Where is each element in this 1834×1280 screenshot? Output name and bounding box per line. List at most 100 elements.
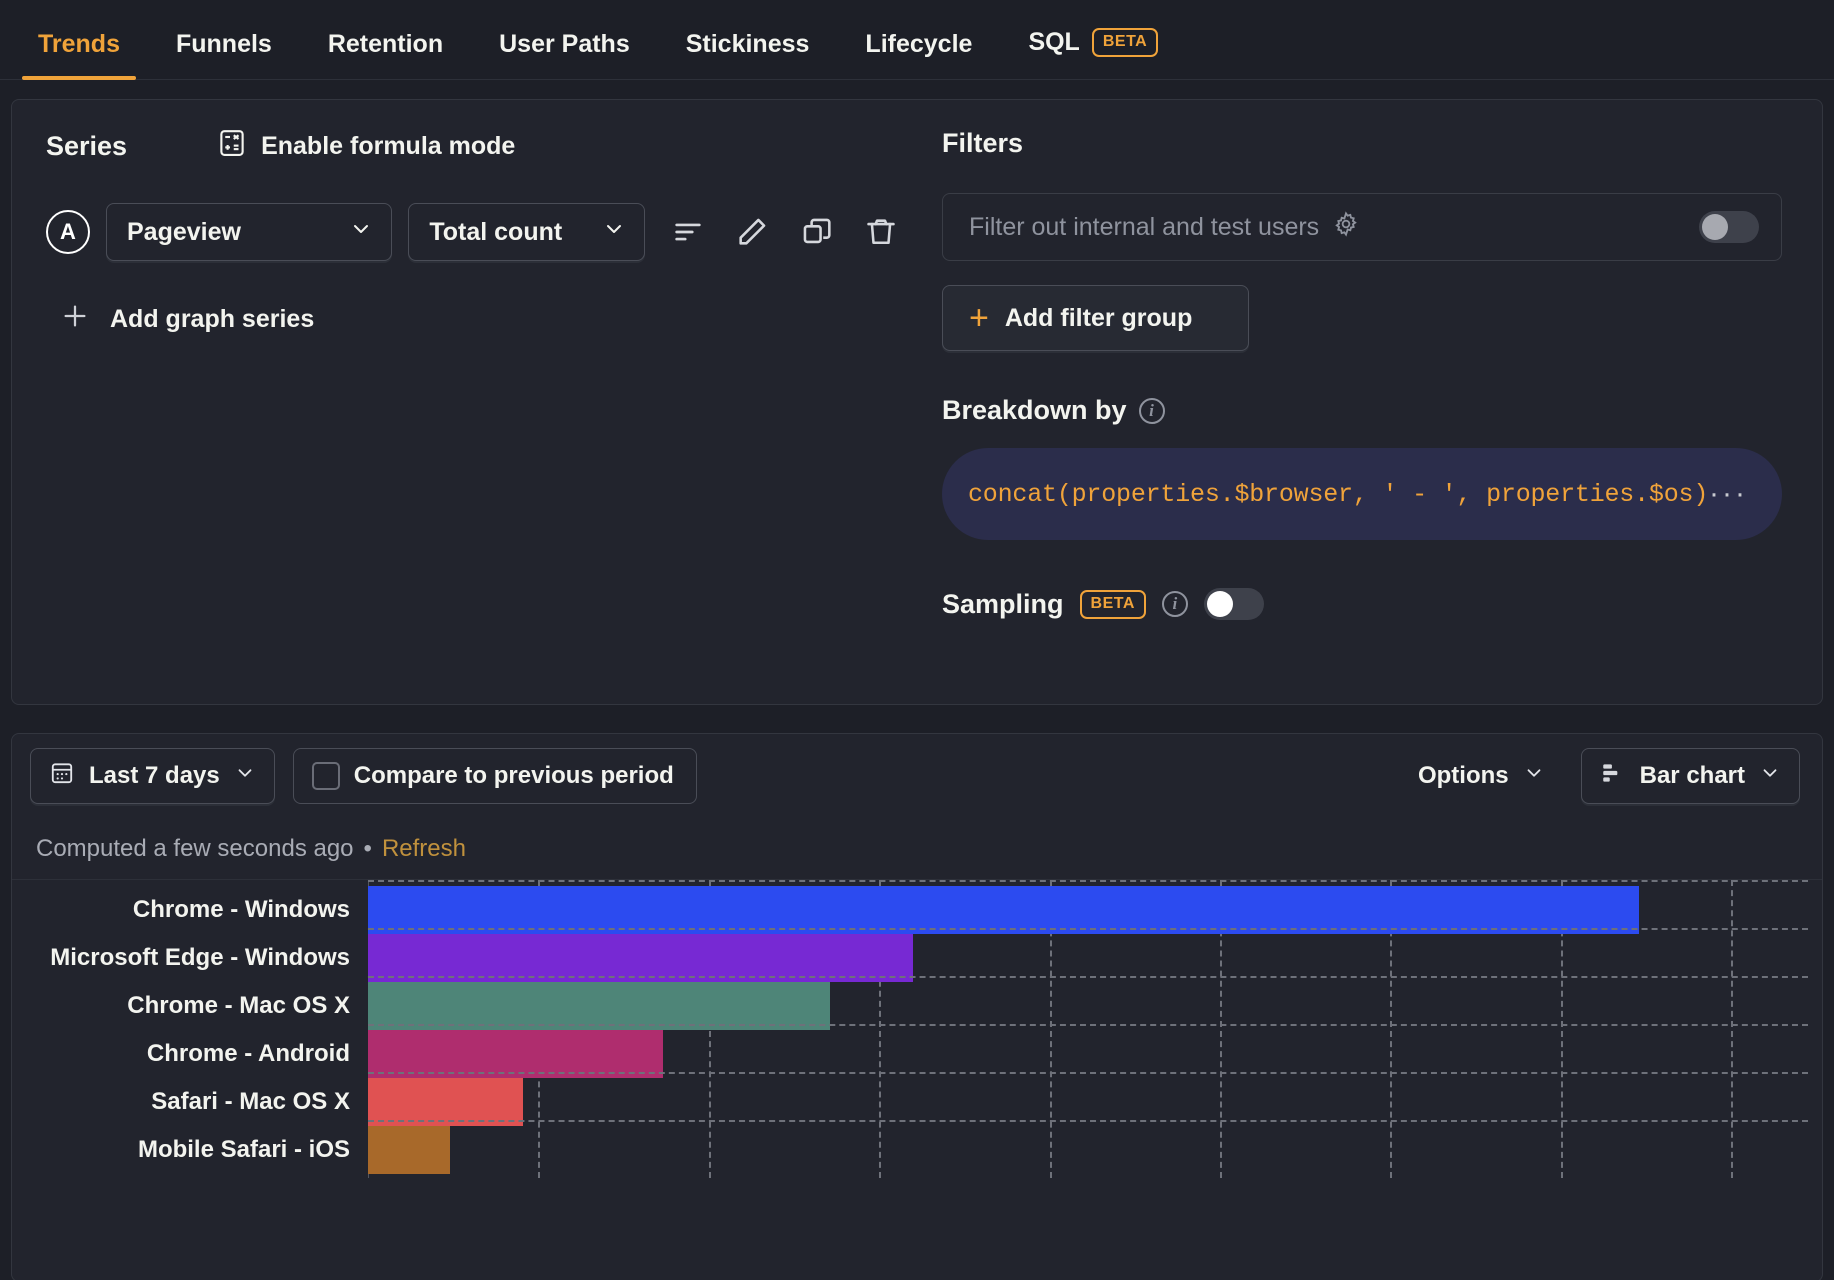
sampling-beta-badge: BETA — [1079, 589, 1146, 619]
chart-bar-row[interactable]: Chrome - Windows — [12, 886, 1822, 934]
options-label: Options — [1417, 762, 1509, 789]
chevron-down-icon — [1759, 762, 1781, 791]
chart-category-label: Safari - Mac OS X — [151, 1088, 350, 1115]
gear-icon[interactable] — [1333, 210, 1359, 244]
chart-gridline-horizontal — [368, 1072, 1808, 1074]
chart-bar-track — [368, 982, 1822, 1030]
chart-plot-area: Chrome - Windows Microsoft Edge - Windows… — [12, 880, 1822, 1178]
chart-bar[interactable] — [368, 982, 830, 1030]
chart-category-label: Microsoft Edge - Windows — [50, 944, 350, 971]
tab-trends-label: Trends — [38, 30, 120, 58]
breakdown-title: Breakdown by — [942, 395, 1127, 425]
chart-bar[interactable] — [368, 1078, 523, 1126]
chart-category-label: Chrome - Mac OS X — [127, 992, 350, 1019]
results-toolbar-left: Last 7 days Compare to previous period — [30, 748, 697, 804]
filters-title: Filters — [942, 128, 1024, 158]
sampling-toggle[interactable] — [1203, 588, 1264, 620]
tab-funnels[interactable]: Funnels — [148, 32, 300, 79]
chart-bar-track — [368, 1078, 1822, 1126]
enable-formula-mode-label: Enable formula mode — [261, 132, 516, 160]
toggle-knob — [1702, 214, 1728, 240]
chart-gridline-horizontal — [368, 880, 1808, 882]
breakdown-expression-chip[interactable]: concat(properties.$browser, ' - ', prope… — [942, 448, 1782, 540]
chart-category-label: Chrome - Android — [146, 1040, 350, 1067]
event-select[interactable]: Pageview — [106, 203, 393, 261]
date-range-value: Last 7 days — [89, 762, 220, 789]
series-letter-badge: A — [46, 210, 90, 254]
filter-icon[interactable] — [667, 210, 709, 254]
results-toolbar: Last 7 days Compare to previous period O… — [12, 734, 1822, 818]
chart-category-label: Chrome - Windows — [132, 896, 350, 923]
add-graph-series-button[interactable]: Add graph series — [60, 301, 902, 338]
chart-type-value: Bar chart — [1639, 762, 1745, 789]
chart-gridline-horizontal — [368, 1120, 1808, 1122]
sampling-row: Sampling BETA i — [942, 588, 1782, 620]
add-graph-series-label: Add graph series — [110, 305, 315, 333]
chart-bar-track — [368, 886, 1822, 934]
tab-sql[interactable]: SQL BETA — [1000, 28, 1186, 79]
tab-stickiness-label: Stickiness — [685, 30, 810, 58]
chart-bar[interactable] — [368, 934, 914, 982]
internal-users-filter[interactable]: Filter out internal and test users — [942, 193, 1782, 261]
trends-insight-page: Trends Funnels Retention User Paths Stic… — [0, 0, 1834, 1280]
breakdown-bar-chart: Chrome - Windows Microsoft Edge - Windows… — [12, 880, 1822, 1178]
plus-icon — [60, 301, 90, 338]
chart-bar-row[interactable]: Mobile Safari - iOS — [12, 1126, 1822, 1174]
chart-bar[interactable] — [368, 1030, 664, 1078]
delete-icon[interactable] — [860, 210, 902, 254]
options-button[interactable]: Options — [1412, 762, 1551, 791]
bar-chart-icon — [1600, 760, 1626, 793]
chart-bar-row[interactable]: Microsoft Edge - Windows — [12, 934, 1822, 982]
refresh-button[interactable]: Refresh — [382, 835, 466, 863]
breakdown-header: Breakdown by i — [942, 395, 1782, 426]
chart-category-label: Mobile Safari - iOS — [137, 1136, 350, 1163]
chart-bar-row[interactable]: Safari - Mac OS X — [12, 1078, 1822, 1126]
chart-bar[interactable] — [368, 886, 1639, 934]
results-toolbar-right: Options Bar chart — [1412, 748, 1800, 804]
tab-lifecycle-label: Lifecycle — [865, 30, 973, 58]
chart-gridline-horizontal — [368, 928, 1808, 930]
event-select-value: Pageview — [127, 217, 241, 246]
date-range-picker[interactable]: Last 7 days — [30, 748, 275, 804]
tab-user-paths[interactable]: User Paths — [471, 32, 658, 79]
internal-users-filter-label: Filter out internal and test users — [969, 212, 1320, 241]
computed-status-bar: Computed a few seconds ago • Refresh — [12, 818, 1822, 880]
series-row-a: A Pageview Total count — [46, 203, 902, 261]
tab-trends[interactable]: Trends — [10, 30, 148, 80]
chart-bar-row[interactable]: Chrome - Mac OS X — [12, 982, 1822, 1030]
info-icon[interactable]: i — [1161, 591, 1188, 617]
tab-retention[interactable]: Retention — [300, 32, 471, 79]
chevron-down-icon — [1523, 762, 1545, 791]
chart-gridline-horizontal — [368, 976, 1808, 978]
chevron-down-icon — [602, 217, 626, 248]
series-column: Series Enable formula mode A Pageview To… — [12, 100, 932, 704]
filters-column: Filters Filter out internal and test use… — [932, 100, 1822, 704]
enable-formula-mode-button[interactable]: Enable formula mode — [217, 128, 515, 165]
compare-checkbox[interactable] — [311, 762, 340, 790]
chart-bar[interactable] — [368, 1126, 451, 1174]
tab-stickiness[interactable]: Stickiness — [658, 32, 838, 79]
chart-bar-track — [368, 1030, 1822, 1078]
internal-users-toggle[interactable] — [1699, 211, 1759, 243]
chevron-down-icon — [234, 762, 256, 791]
series-title: Series — [46, 131, 128, 161]
chevron-down-icon — [349, 217, 373, 248]
chart-type-selector[interactable]: Bar chart — [1580, 748, 1800, 804]
math-select[interactable]: Total count — [408, 203, 645, 261]
chart-bar-row[interactable]: Chrome - Android — [12, 1030, 1822, 1078]
series-header: Series Enable formula mode — [46, 128, 902, 165]
status-separator: • — [363, 834, 372, 862]
math-select-value: Total count — [429, 217, 563, 246]
compare-to-previous-period-toggle[interactable]: Compare to previous period — [292, 748, 697, 804]
edit-icon[interactable] — [731, 210, 773, 254]
calculator-icon — [217, 128, 247, 165]
toggle-knob — [1206, 591, 1233, 617]
compare-label: Compare to previous period — [353, 762, 674, 789]
chart-bar-track — [368, 934, 1822, 982]
duplicate-icon[interactable] — [795, 210, 837, 254]
tab-funnels-label: Funnels — [175, 30, 272, 58]
add-filter-group-button[interactable]: + Add filter group — [942, 285, 1249, 351]
tab-lifecycle[interactable]: Lifecycle — [837, 32, 1000, 79]
info-icon[interactable]: i — [1138, 397, 1165, 424]
calendar-icon — [49, 760, 75, 793]
